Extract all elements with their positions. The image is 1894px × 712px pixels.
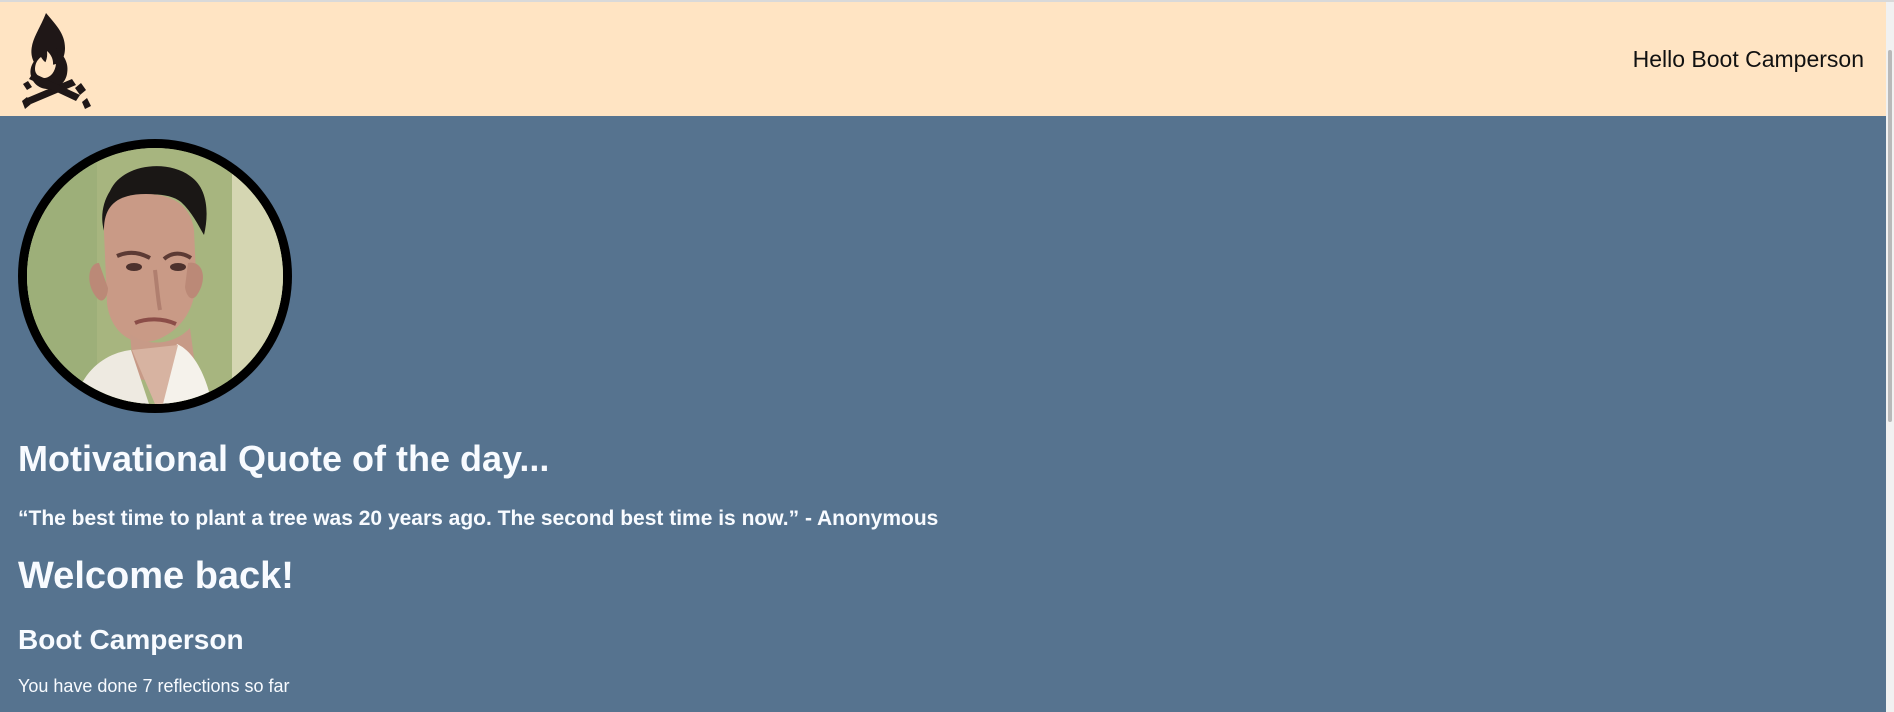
profile-photo — [27, 148, 283, 404]
campfire-icon — [22, 13, 91, 109]
avatar — [18, 139, 292, 413]
profile-photo-illustration — [27, 148, 283, 404]
user-name: Boot Camperson — [18, 624, 244, 655]
header-greeting: Hello Boot Camperson — [1632, 46, 1864, 72]
reflection-count: You have done 7 reflections so far — [18, 676, 290, 696]
page: Hello Boot Camperson Motivational Quote … — [0, 0, 1894, 712]
page-scrollbar[interactable] — [1886, 2, 1894, 712]
quote-heading: Motivational Quote of the day... — [18, 438, 550, 479]
welcome-heading: Welcome back! — [18, 555, 294, 597]
header: Hello Boot Camperson — [0, 2, 1886, 116]
scrollbar-thumb[interactable] — [1888, 50, 1892, 422]
motivational-quote: “The best time to plant a tree was 20 ye… — [18, 507, 939, 530]
